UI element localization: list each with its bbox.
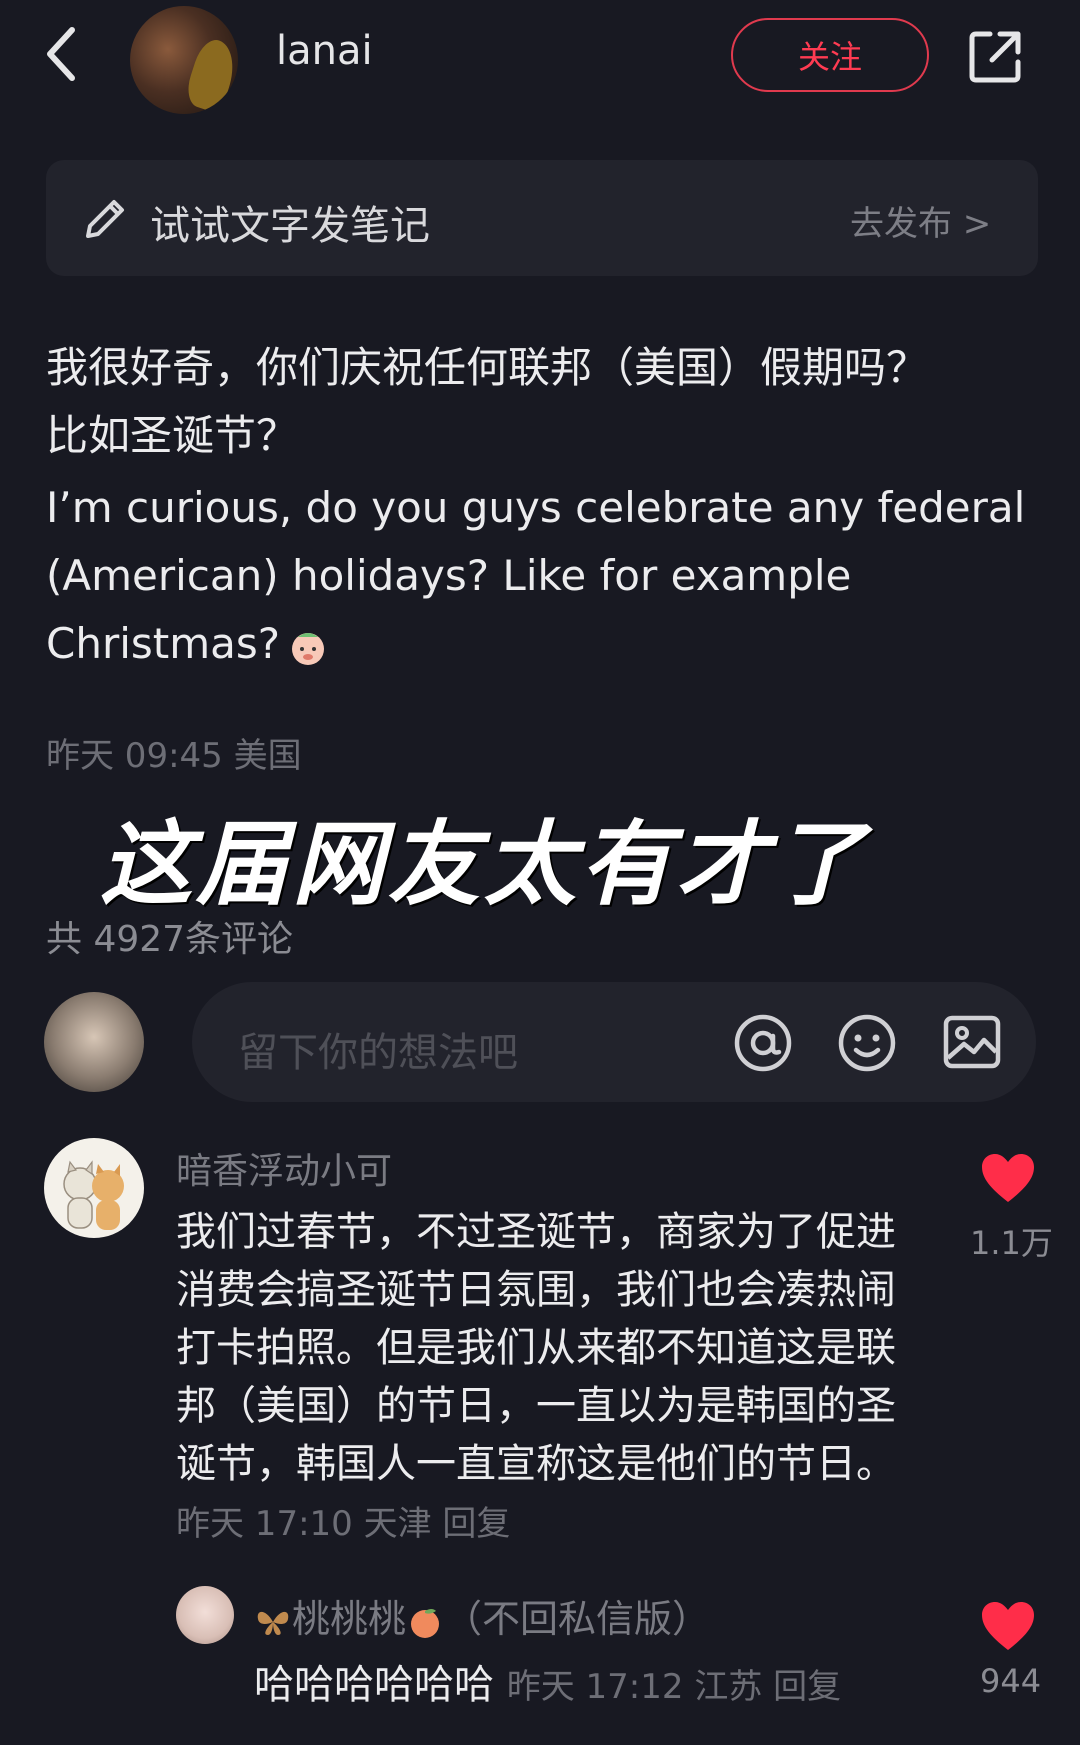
reply-author-name[interactable]: 桃桃桃 （不回私信版） xyxy=(254,1588,710,1643)
draft-prompt-text: 试试文字发笔记 xyxy=(150,203,430,249)
reply-like-count: 944 xyxy=(980,1662,1042,1700)
emoji-smile-icon[interactable] xyxy=(836,1012,898,1074)
comment-meta[interactable]: 昨天 17:10 天津 回复 xyxy=(176,1504,510,1544)
commenter-name[interactable]: 暗香浮动小可 xyxy=(176,1142,392,1194)
comment-count: 共 4927条评论 xyxy=(46,919,294,960)
at-mention-icon[interactable] xyxy=(732,1012,794,1074)
like-heart-icon[interactable] xyxy=(980,1152,1036,1204)
reply-meta[interactable]: 昨天 17:12 江苏 回复 xyxy=(507,1667,841,1707)
pencil-icon xyxy=(86,200,124,238)
overlay-caption: 这届网友太有才了 xyxy=(100,810,869,918)
post-text-chinese: 我很好奇，你们庆祝任何联邦（美国）假期吗？ 比如圣诞节？ xyxy=(46,343,929,460)
peach-icon xyxy=(411,1608,440,1638)
image-picker-icon[interactable] xyxy=(942,1012,1002,1072)
shy-face-emoji-icon xyxy=(292,632,325,665)
comment-body: 我们过春节，不过圣诞节，商家为了促进消费会搞圣诞节日氛围，我们也会凑热闹打卡拍照… xyxy=(176,1209,896,1544)
butterfly-icon xyxy=(257,1611,289,1635)
cat-avatar-icon xyxy=(63,1160,124,1230)
share-icon[interactable] xyxy=(964,26,1026,88)
follow-button[interactable]: 关注 xyxy=(731,18,929,92)
like-count: 1.1万 xyxy=(970,1224,1053,1262)
post-text-english: I’m curious, do you guys celebrate any f… xyxy=(46,483,1026,668)
post-meta: 昨天 09:45 美国 xyxy=(46,736,302,776)
commenter-avatar[interactable] xyxy=(44,1138,144,1238)
reply-avatar[interactable] xyxy=(176,1586,234,1644)
reply-body: 哈哈哈哈哈哈 昨天 17:12 江苏 回复 xyxy=(254,1662,842,1708)
back-arrow-icon[interactable] xyxy=(42,24,82,84)
reply-like-heart-icon[interactable] xyxy=(980,1600,1036,1652)
publish-link[interactable]: 去发布 > xyxy=(850,196,991,245)
comment-input-placeholder[interactable]: 留下你的想法吧 xyxy=(238,1020,518,1078)
author-avatar[interactable] xyxy=(130,6,238,114)
author-username[interactable]: lanai xyxy=(276,28,373,74)
my-avatar xyxy=(44,992,144,1092)
